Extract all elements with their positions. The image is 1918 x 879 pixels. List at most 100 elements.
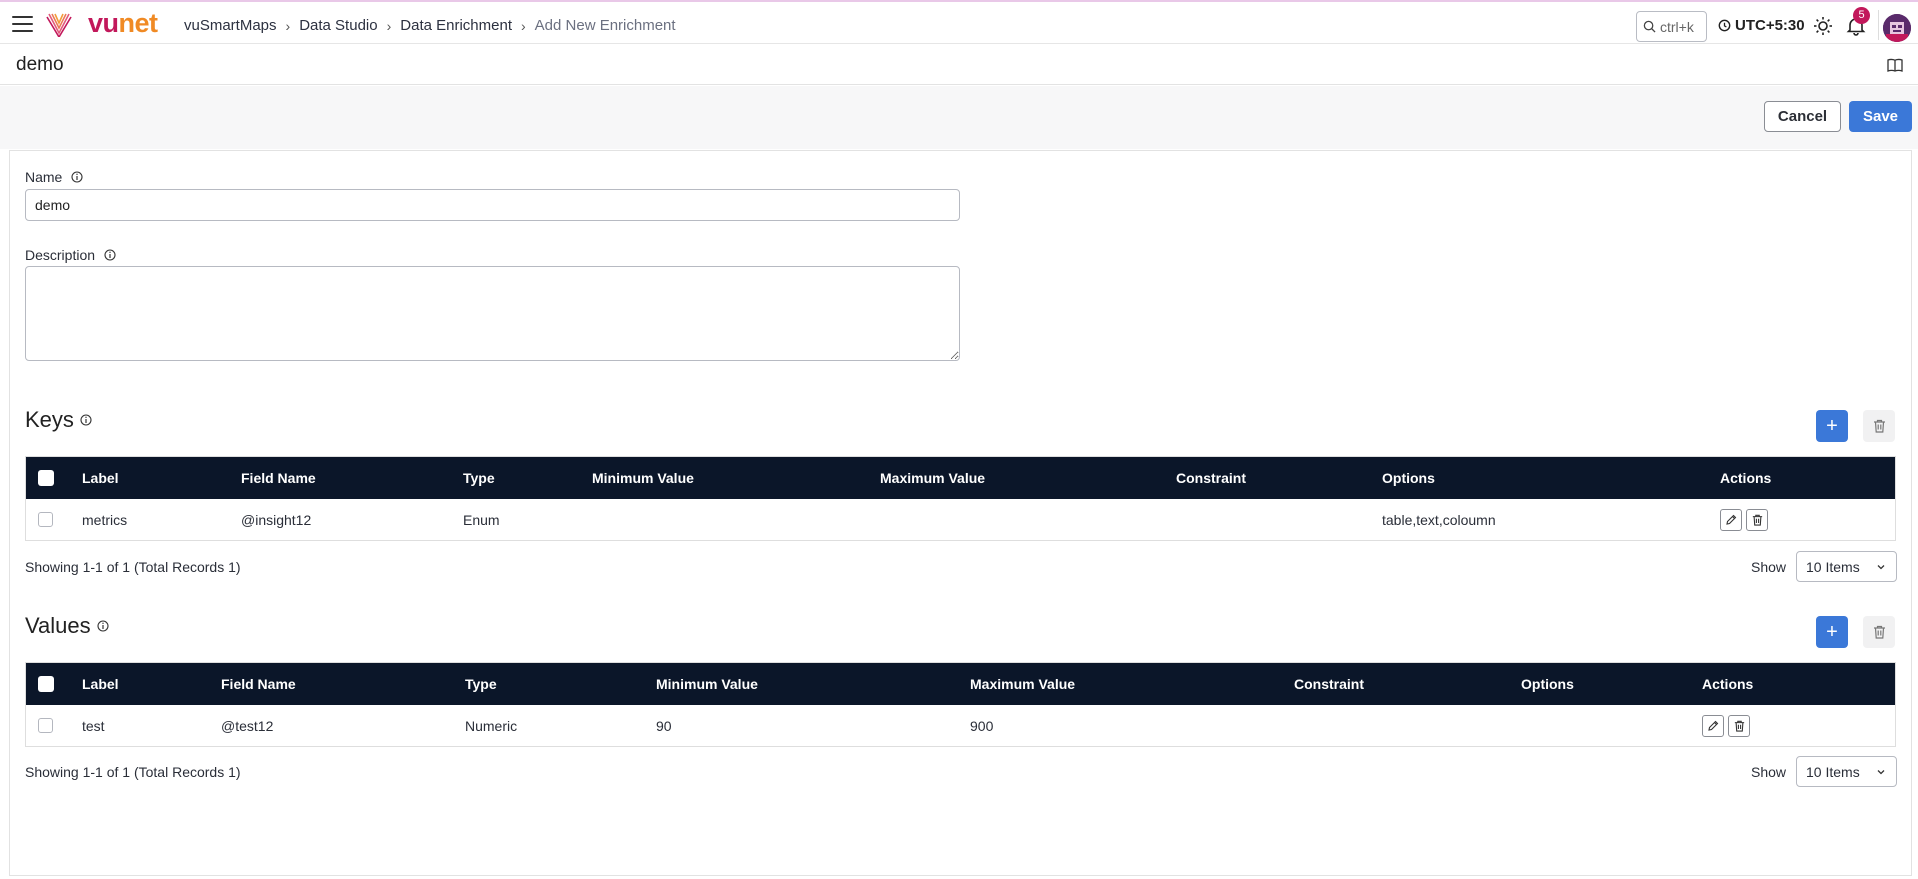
header-divider bbox=[1878, 10, 1879, 40]
pencil-icon bbox=[1708, 720, 1719, 731]
menu-icon[interactable] bbox=[12, 16, 33, 32]
delete-row-button[interactable] bbox=[1746, 508, 1768, 531]
cell-type: Numeric bbox=[465, 717, 518, 734]
breadcrumb-data-studio[interactable]: Data Studio bbox=[299, 17, 377, 34]
values-section-title: Values bbox=[25, 613, 109, 639]
theme-toggle-sun-icon[interactable] bbox=[1813, 16, 1833, 36]
column-header-label[interactable]: Label bbox=[82, 457, 119, 499]
column-header-type[interactable]: Type bbox=[463, 457, 495, 499]
keys-section-title: Keys bbox=[25, 407, 92, 433]
values-page-size-value: 10 Items bbox=[1806, 763, 1860, 780]
keys-table: Label Field Name Type Minimum Value Maxi… bbox=[25, 456, 1896, 541]
column-header-type[interactable]: Type bbox=[465, 663, 497, 705]
search-icon bbox=[1643, 20, 1656, 33]
edit-row-button[interactable] bbox=[1720, 508, 1742, 531]
vunet-logo-icon bbox=[46, 13, 72, 37]
column-header-field-name[interactable]: Field Name bbox=[221, 663, 296, 705]
info-icon[interactable] bbox=[97, 620, 109, 632]
breadcrumb-current: Add New Enrichment bbox=[534, 17, 676, 34]
cell-type: Enum bbox=[463, 511, 500, 528]
values-page-size-select[interactable]: 10 Items bbox=[1796, 756, 1897, 787]
select-all-values-checkbox[interactable] bbox=[38, 663, 54, 705]
trash-icon bbox=[1873, 625, 1885, 639]
cell-minimum-value: 90 bbox=[656, 717, 672, 734]
chevron-right-icon: › bbox=[520, 17, 526, 34]
save-button[interactable]: Save bbox=[1849, 101, 1912, 132]
breadcrumb-vusmartmaps[interactable]: vuSmartMaps bbox=[184, 17, 277, 34]
column-header-actions: Actions bbox=[1702, 676, 1754, 692]
row-checkbox[interactable] bbox=[38, 705, 53, 746]
chevron-right-icon: › bbox=[386, 17, 392, 34]
search-input[interactable]: ctrl+k bbox=[1636, 11, 1707, 42]
column-header-constraint[interactable]: Constraint bbox=[1176, 457, 1246, 499]
keys-title-text: Keys bbox=[25, 407, 74, 432]
pencil-icon bbox=[1726, 514, 1737, 525]
trash-icon bbox=[1873, 419, 1885, 433]
column-header-label[interactable]: Label bbox=[82, 663, 119, 705]
values-title-text: Values bbox=[25, 613, 91, 638]
breadcrumb-data-enrichment[interactable]: Data Enrichment bbox=[400, 17, 512, 34]
keys-show-label: Show bbox=[1751, 559, 1787, 575]
delete-selected-values-button[interactable] bbox=[1863, 616, 1895, 648]
column-header-options[interactable]: Options bbox=[1382, 457, 1435, 499]
info-icon[interactable] bbox=[104, 249, 116, 261]
cell-options: table,text,coloumn bbox=[1382, 511, 1496, 528]
column-header-options[interactable]: Options bbox=[1521, 663, 1574, 705]
clock-icon bbox=[1718, 19, 1731, 32]
column-header-maximum-value[interactable]: Maximum Value bbox=[970, 663, 1075, 705]
timezone-selector[interactable]: UTC+5:30 bbox=[1718, 17, 1805, 34]
keys-page-size-select[interactable]: 10 Items bbox=[1796, 551, 1897, 582]
name-field-label: Name bbox=[25, 169, 83, 185]
description-textarea[interactable] bbox=[25, 266, 960, 361]
keys-table-header: Label Field Name Type Minimum Value Maxi… bbox=[26, 457, 1895, 499]
chevron-down-icon bbox=[1877, 770, 1885, 775]
name-label-text: Name bbox=[25, 169, 63, 185]
values-table-header: Label Field Name Type Minimum Value Maxi… bbox=[26, 663, 1895, 705]
edit-row-button[interactable] bbox=[1702, 714, 1724, 737]
notification-count-badge: 5 bbox=[1853, 7, 1870, 24]
column-header-maximum-value[interactable]: Maximum Value bbox=[880, 457, 985, 499]
cell-label: test bbox=[82, 717, 105, 734]
enrichment-form-card: Name Description Keys + Label Field Name… bbox=[9, 150, 1912, 876]
cell-field-name: @test12 bbox=[221, 717, 274, 734]
row-actions bbox=[1720, 499, 1772, 540]
values-show-label: Show bbox=[1751, 764, 1787, 780]
breadcrumb: vuSmartMaps › Data Studio › Data Enrichm… bbox=[184, 17, 676, 34]
row-actions bbox=[1702, 705, 1754, 746]
cell-maximum-value: 900 bbox=[970, 717, 994, 734]
column-header-actions: Actions bbox=[1720, 470, 1772, 486]
info-icon[interactable] bbox=[71, 171, 83, 183]
trash-icon bbox=[1752, 514, 1762, 526]
name-input[interactable] bbox=[25, 189, 960, 221]
column-header-field-name[interactable]: Field Name bbox=[241, 457, 316, 499]
add-key-button[interactable]: + bbox=[1816, 410, 1848, 442]
keys-page-size-value: 10 Items bbox=[1806, 558, 1860, 575]
plus-icon: + bbox=[1826, 415, 1838, 437]
delete-row-button[interactable] bbox=[1728, 714, 1750, 737]
documentation-book-icon[interactable] bbox=[1887, 57, 1903, 73]
keys-pagination-summary: Showing 1-1 of 1 (Total Records 1) bbox=[25, 559, 241, 575]
user-avatar-icon bbox=[1883, 14, 1911, 42]
delete-selected-keys-button[interactable] bbox=[1863, 410, 1895, 442]
add-value-button[interactable]: + bbox=[1816, 616, 1848, 648]
description-label-text: Description bbox=[25, 247, 96, 263]
search-shortcut-hint: ctrl+k bbox=[1660, 18, 1694, 35]
info-icon[interactable] bbox=[80, 414, 92, 426]
column-header-constraint[interactable]: Constraint bbox=[1294, 663, 1364, 705]
chevron-right-icon: › bbox=[285, 17, 291, 34]
top-bar: vunet vuSmartMaps › Data Studio › Data E… bbox=[0, 0, 1918, 44]
chevron-down-icon bbox=[1877, 565, 1885, 570]
row-checkbox[interactable] bbox=[38, 499, 53, 540]
select-all-keys-checkbox[interactable] bbox=[38, 457, 54, 499]
cancel-button[interactable]: Cancel bbox=[1764, 101, 1841, 132]
values-pagination-summary: Showing 1-1 of 1 (Total Records 1) bbox=[25, 764, 241, 780]
column-header-minimum-value[interactable]: Minimum Value bbox=[656, 663, 758, 705]
table-row: metrics @insight12 Enum table,text,colou… bbox=[26, 499, 1895, 540]
values-table: Label Field Name Type Minimum Value Maxi… bbox=[25, 662, 1896, 747]
timezone-label: UTC+5:30 bbox=[1735, 17, 1805, 34]
column-header-minimum-value[interactable]: Minimum Value bbox=[592, 457, 694, 499]
vunet-logo: vunet bbox=[88, 8, 158, 38]
user-avatar[interactable] bbox=[1883, 14, 1911, 42]
page-title: demo bbox=[16, 54, 64, 75]
cell-label: metrics bbox=[82, 511, 128, 528]
